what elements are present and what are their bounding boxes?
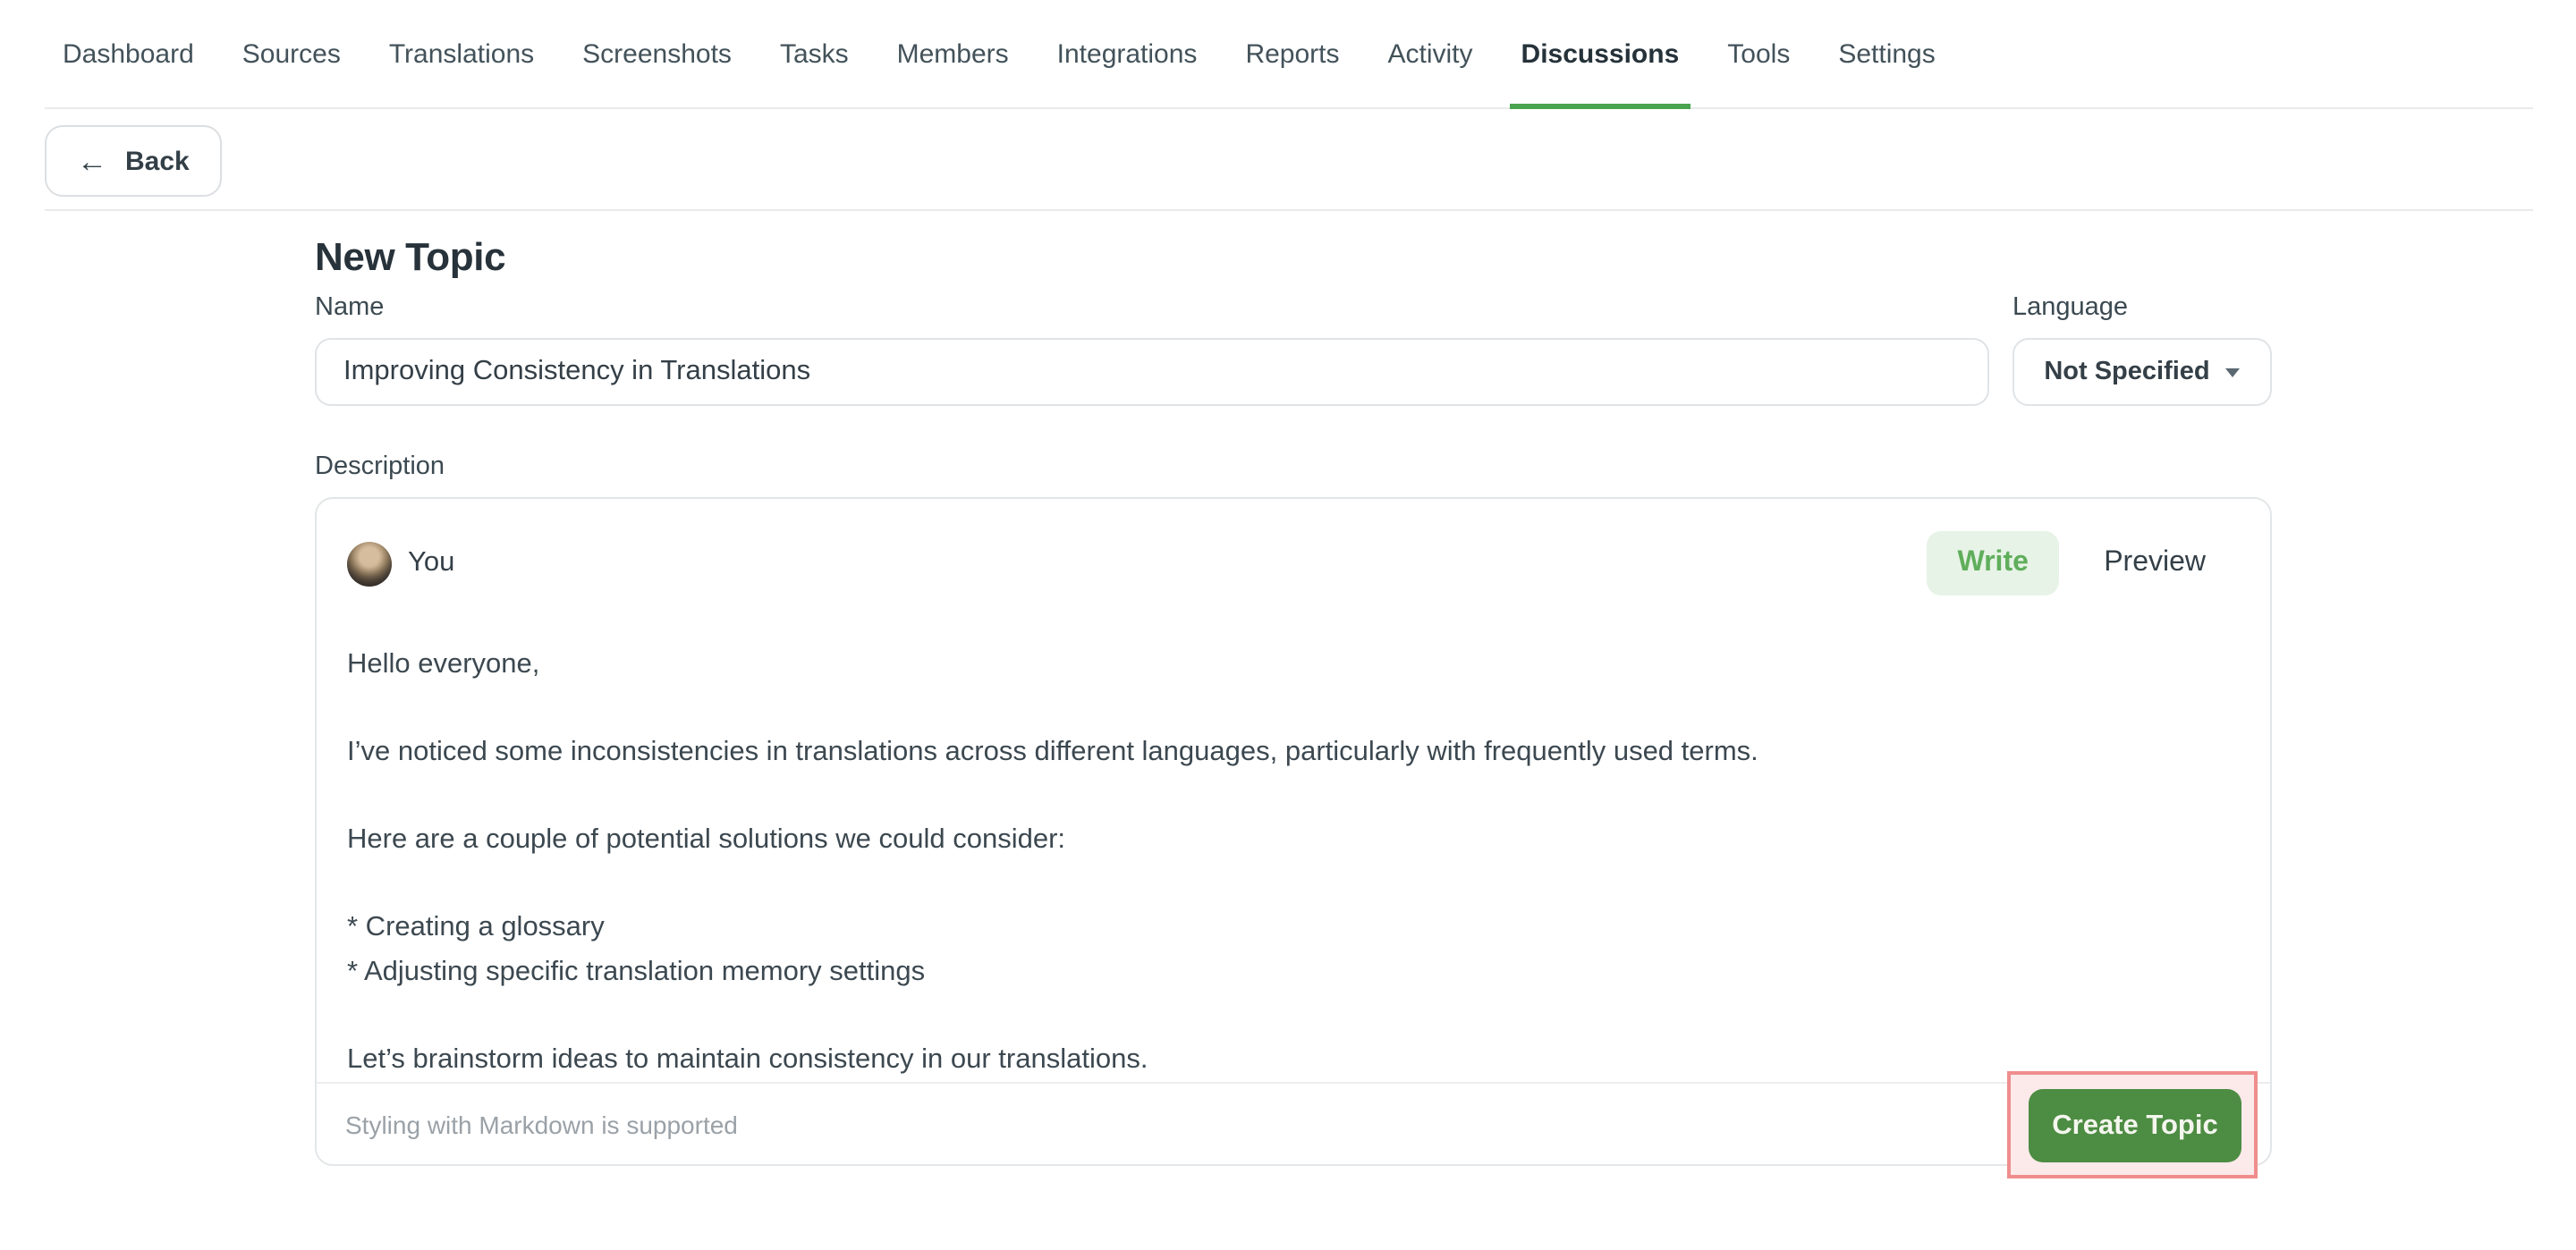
- author-name: You: [408, 547, 454, 579]
- markdown-hint: Styling with Markdown is supported: [345, 1110, 738, 1138]
- tab-sources[interactable]: Sources: [232, 0, 352, 109]
- tab-preview[interactable]: Preview: [2104, 547, 2206, 579]
- editor-mode-tabs: Write Preview: [1927, 531, 2206, 595]
- tab-translations[interactable]: Translations: [378, 0, 545, 109]
- back-button[interactable]: ← Back: [45, 125, 222, 197]
- tab-tools[interactable]: Tools: [1716, 0, 1801, 109]
- editor-header: You Write Preview: [347, 531, 2206, 595]
- language-dropdown[interactable]: Not Specified: [2012, 338, 2272, 406]
- topic-name-input[interactable]: [315, 338, 1989, 406]
- tab-write[interactable]: Write: [1927, 531, 2059, 595]
- tab-screenshots[interactable]: Screenshots: [572, 0, 742, 109]
- page-title: New Topic: [315, 234, 2272, 281]
- description-label: Description: [315, 452, 2272, 483]
- chevron-down-icon: [2226, 368, 2241, 377]
- back-arrow-icon: ←: [77, 146, 107, 176]
- tab-dashboard[interactable]: Dashboard: [52, 0, 205, 109]
- app-window: Dashboard Sources Translations Screensho…: [0, 0, 2576, 1250]
- language-label: Language: [2012, 293, 2272, 324]
- tab-reports[interactable]: Reports: [1234, 0, 1350, 109]
- description-editor: You Write Preview Hello everyone, I’ve n…: [315, 497, 2272, 1166]
- language-field-group: Language Not Specified: [2012, 293, 2272, 406]
- back-label: Back: [125, 146, 190, 176]
- description-textarea[interactable]: Hello everyone, I’ve noticed some incons…: [347, 644, 2216, 1082]
- tab-discussions[interactable]: Discussions: [1511, 0, 1690, 109]
- tab-members[interactable]: Members: [886, 0, 1020, 109]
- new-topic-form: New Topic Name Language Not Specified De…: [315, 234, 2272, 1166]
- tab-activity[interactable]: Activity: [1377, 0, 1484, 109]
- tab-integrations[interactable]: Integrations: [1046, 0, 1208, 109]
- name-language-row: Name Language Not Specified: [315, 293, 2272, 406]
- language-selected-value: Not Specified: [2044, 358, 2209, 386]
- name-label: Name: [315, 293, 1989, 324]
- author-block: You: [347, 541, 454, 586]
- tab-settings[interactable]: Settings: [1827, 0, 1945, 109]
- editor-footer: Styling with Markdown is supported: [317, 1082, 2270, 1164]
- top-nav: Dashboard Sources Translations Screensho…: [0, 0, 2576, 109]
- user-avatar: [347, 541, 392, 586]
- tab-tasks[interactable]: Tasks: [769, 0, 860, 109]
- back-row: ← Back: [0, 109, 2576, 211]
- name-field-group: Name: [315, 293, 1989, 406]
- create-topic-button[interactable]: Create Topic: [2029, 1089, 2241, 1162]
